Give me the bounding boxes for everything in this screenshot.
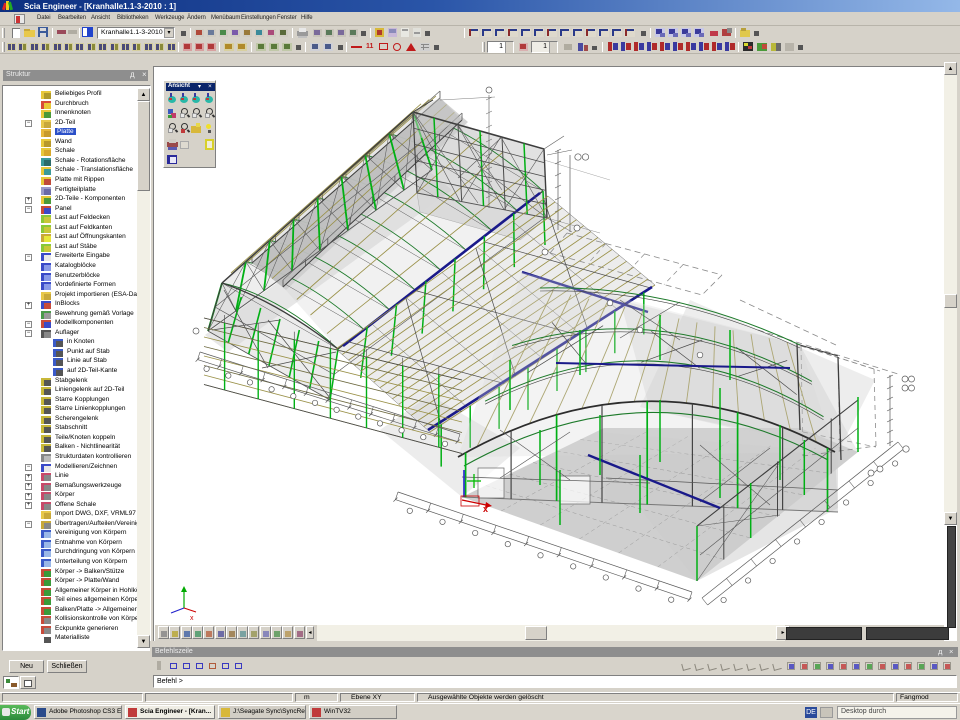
svg-text:x: x (190, 615, 194, 622)
svg-text:x: x (483, 504, 488, 514)
